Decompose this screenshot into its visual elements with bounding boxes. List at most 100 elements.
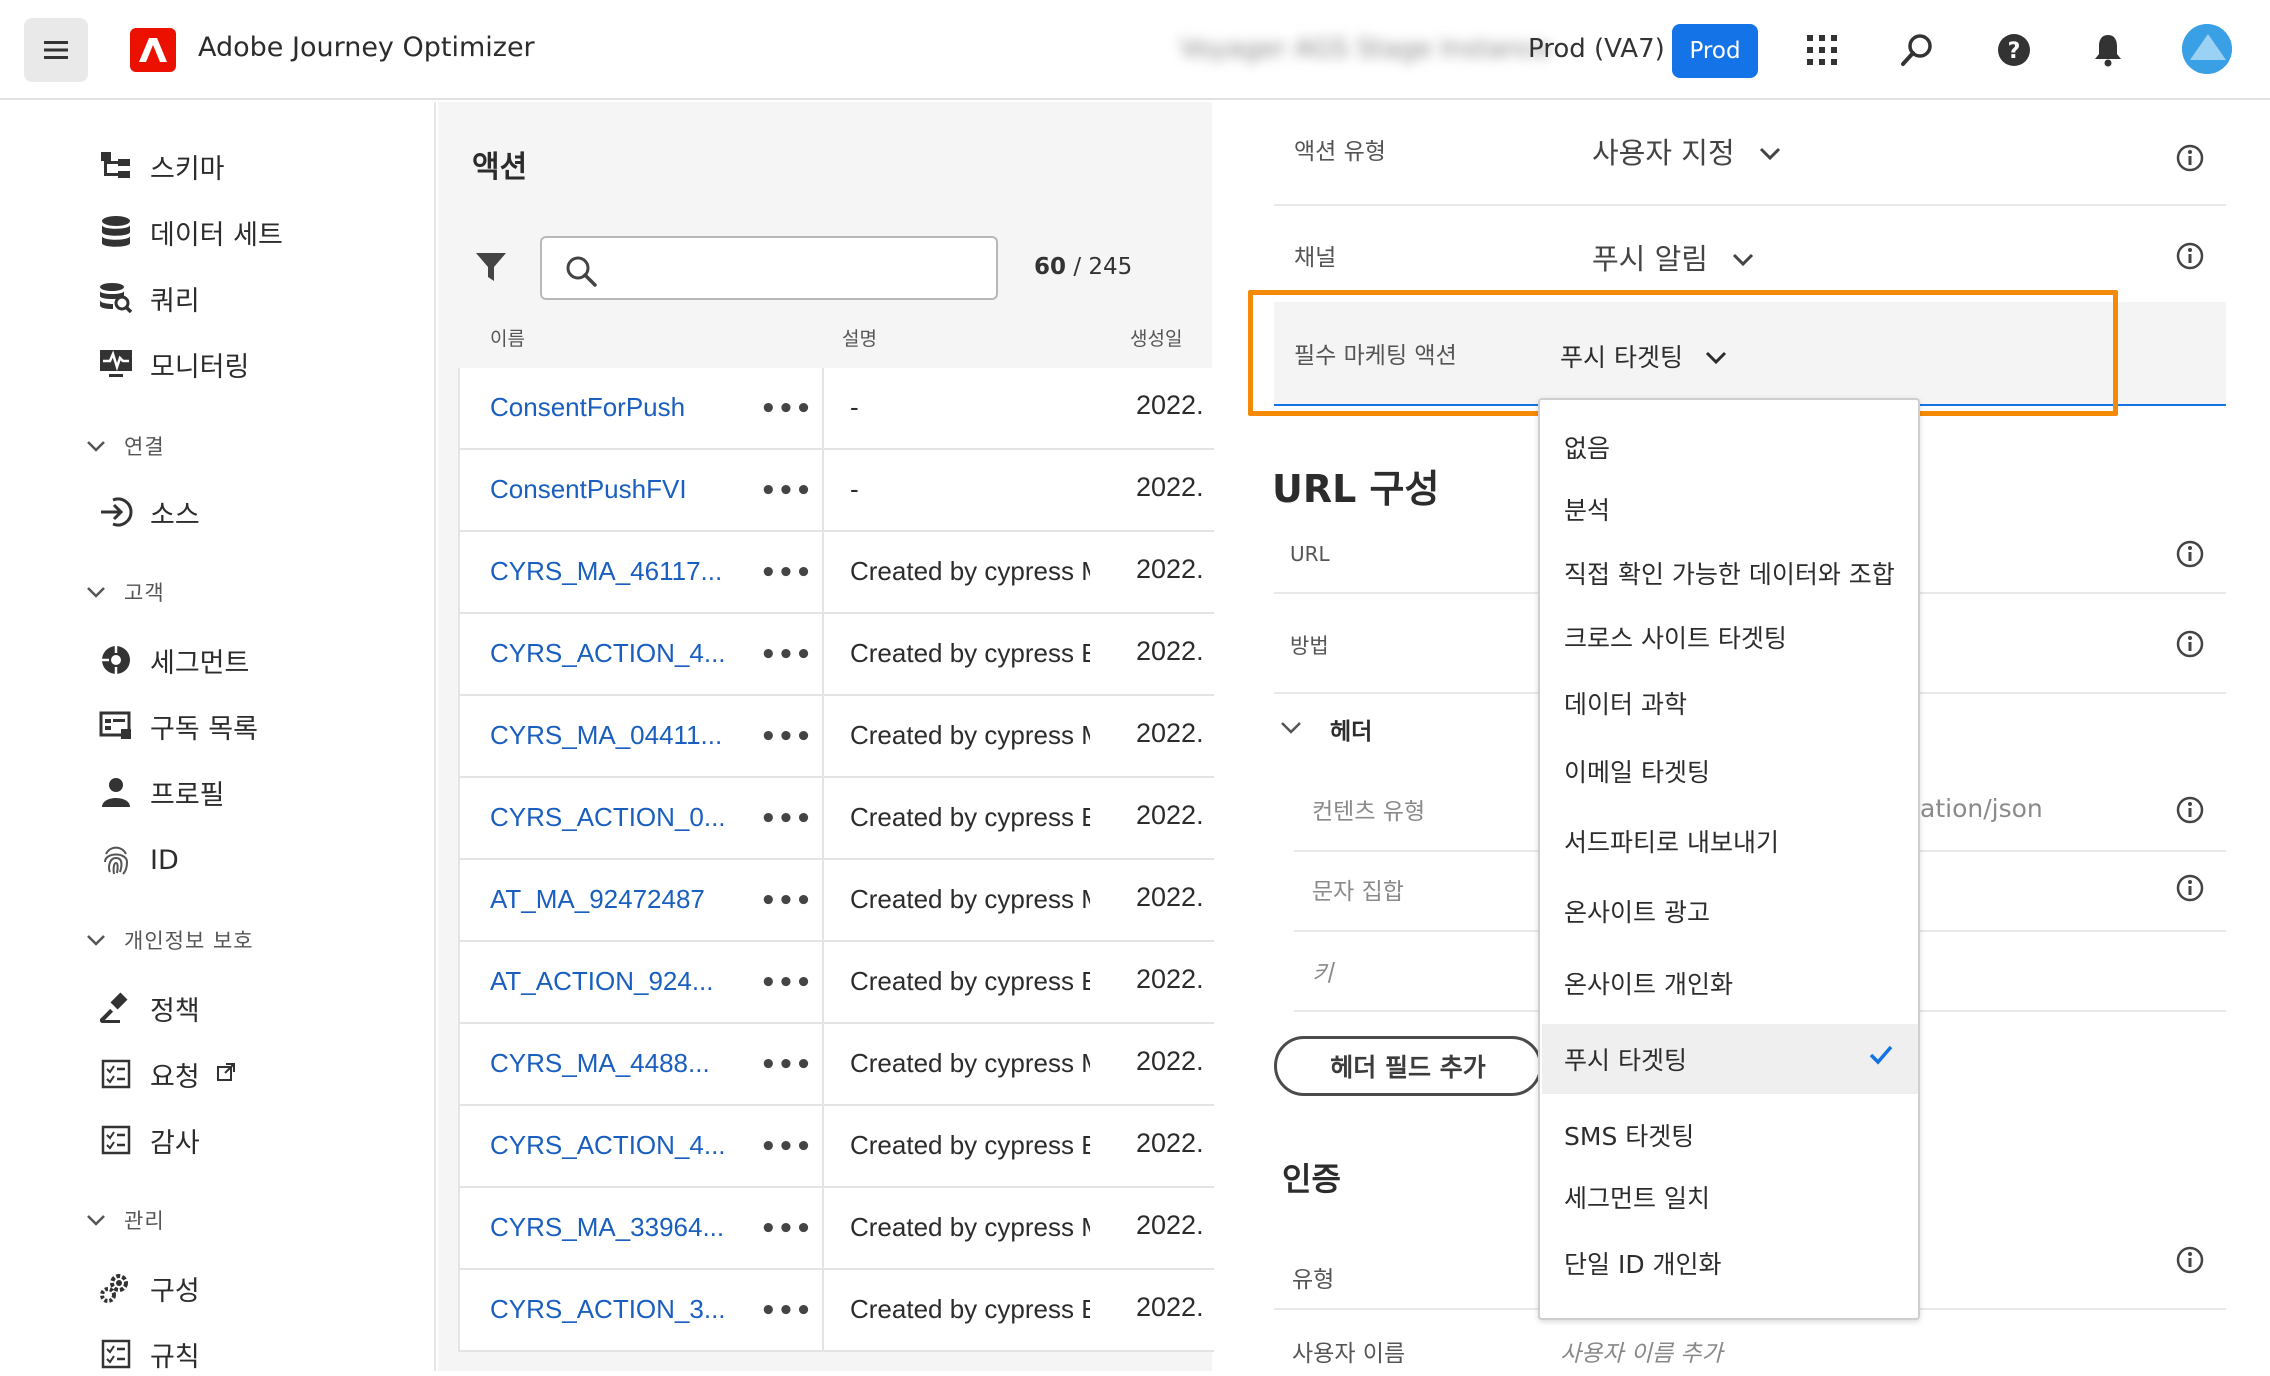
more-options-button[interactable]: •••	[760, 394, 813, 424]
search-field[interactable]	[540, 236, 998, 300]
chevron-down-icon	[86, 583, 108, 602]
info-icon[interactable]	[2176, 874, 2204, 902]
action-name-link[interactable]: CYRS_MA_4488...	[490, 1048, 710, 1079]
more-options-button[interactable]: •••	[760, 1296, 813, 1326]
info-icon[interactable]	[2176, 796, 2204, 824]
action-name-link[interactable]: ConsentPushFVI	[490, 474, 687, 505]
nav-item-requests[interactable]: 요청	[98, 1052, 236, 1096]
info-icon[interactable]	[2176, 242, 2204, 270]
prod-badge[interactable]: Prod	[1672, 24, 1758, 78]
dropdown-option-selected[interactable]: 푸시 타겟팅	[1542, 1024, 1918, 1094]
info-icon[interactable]	[2176, 630, 2204, 658]
dropdown-option[interactable]: 크로스 사이트 타겟팅	[1542, 606, 1918, 668]
table-row[interactable]: AT_ACTION_924... ••• Created by cypress E 2…	[458, 942, 1214, 1024]
action-name-link[interactable]: ConsentForPush	[490, 392, 685, 423]
info-icon[interactable]	[2176, 1246, 2204, 1274]
more-options-button[interactable]: •••	[760, 1214, 813, 1244]
more-options-button[interactable]: •••	[760, 1132, 813, 1162]
search-icon[interactable]	[1898, 30, 1938, 70]
table-row[interactable]: CYRS_MA_04411... ••• Created by cypress M 2…	[458, 696, 1214, 778]
menu-button[interactable]	[24, 18, 88, 82]
dropdown-option[interactable]: 서드파티로 내보내기	[1542, 810, 1918, 872]
nav-item-identities[interactable]: ID	[98, 838, 179, 882]
table-row[interactable]: AT_MA_92472487 ••• Created by cypress M 202…	[458, 860, 1214, 942]
help-icon[interactable]: ?	[1994, 30, 2034, 70]
username-input[interactable]: 사용자 이름 추가	[1560, 1334, 1723, 1368]
column-header-created[interactable]: 생성일	[1130, 324, 1182, 351]
channel-picker[interactable]: 푸시 알림	[1592, 236, 1754, 278]
action-name-link[interactable]: CYRS_MA_46117...	[490, 556, 722, 587]
nav-item-subscription-lists[interactable]: 구독 목록	[98, 704, 258, 748]
action-name-link[interactable]: CYRS_ACTION_0...	[490, 802, 726, 833]
nav-item-segments[interactable]: 세그먼트	[98, 638, 249, 682]
action-name-link[interactable]: CYRS_MA_33964...	[490, 1212, 724, 1243]
nav-item-audits[interactable]: 감사	[98, 1118, 200, 1162]
user-avatar[interactable]	[2182, 24, 2232, 74]
dropdown-option[interactable]: 세그먼트 일치	[1542, 1166, 1918, 1228]
more-options-button[interactable]: •••	[760, 558, 813, 588]
notifications-bell-icon[interactable]	[2088, 30, 2128, 70]
table-row[interactable]: ConsentPushFVI ••• - 2022.	[458, 450, 1214, 532]
dropdown-option[interactable]: SMS 타겟팅	[1542, 1104, 1918, 1166]
table-row[interactable]: CYRS_ACTION_0... ••• Created by cypress E 2…	[458, 778, 1214, 860]
table-row[interactable]: CYRS_ACTION_4... ••• Created by cypress E 2…	[458, 614, 1214, 696]
nav-item-monitoring[interactable]: 모니터링	[98, 342, 249, 386]
nav-item-profiles[interactable]: 프로필	[98, 770, 225, 814]
dropdown-option[interactable]: 직접 확인 가능한 데이터와 조합	[1542, 542, 1918, 604]
app-switcher-icon[interactable]	[1802, 30, 1842, 70]
more-options-button[interactable]: •••	[760, 968, 813, 998]
more-options-button[interactable]: •••	[760, 476, 813, 506]
more-options-button[interactable]: •••	[760, 886, 813, 916]
action-name-link[interactable]: CYRS_MA_04411...	[490, 720, 722, 751]
dropdown-option[interactable]: 단일 ID 개인화	[1542, 1232, 1918, 1294]
nav-item-sources[interactable]: 소스	[98, 490, 200, 534]
dropdown-option[interactable]: 없음	[1542, 416, 1918, 478]
info-icon[interactable]	[2176, 540, 2204, 568]
headers-collapse-toggle[interactable]	[1280, 720, 1302, 739]
dropdown-option[interactable]: 온사이트 광고	[1542, 880, 1918, 942]
dropdown-option[interactable]: 온사이트 개인화	[1542, 952, 1918, 1014]
table-row[interactable]: ConsentForPush ••• - 2022.	[458, 368, 1214, 450]
nav-item-policies[interactable]: 정책	[98, 986, 200, 1030]
table-row[interactable]: CYRS_MA_33964... ••• Created by cypress M 2…	[458, 1188, 1214, 1270]
column-header-name[interactable]: 이름	[490, 324, 525, 351]
sandbox-switcher[interactable]: Prod (VA7)	[1528, 34, 1665, 64]
action-name-link[interactable]: CYRS_ACTION_4...	[490, 638, 726, 669]
dropdown-option[interactable]: 분석	[1542, 478, 1918, 540]
add-header-field-button[interactable]: 헤더 필드 추가	[1274, 1036, 1542, 1096]
nav-item-schemas[interactable]: 스키마	[98, 144, 225, 188]
more-options-button[interactable]: •••	[760, 640, 813, 670]
nav-item-configurations[interactable]: 구성	[98, 1266, 200, 1310]
table-row[interactable]: CYRS_ACTION_3... ••• Created by cypress E 2…	[458, 1270, 1214, 1352]
dropdown-option[interactable]: 이메일 타겟팅	[1542, 740, 1918, 802]
filter-icon[interactable]	[474, 250, 508, 288]
more-options-button[interactable]: •••	[760, 1050, 813, 1080]
column-header-description[interactable]: 설명	[842, 324, 877, 351]
adobe-logo[interactable]	[130, 28, 176, 72]
table-row[interactable]: CYRS_MA_46117... ••• Created by cypress M 2…	[458, 532, 1214, 614]
nav-section-privacy[interactable]: 개인정보 보호	[86, 922, 254, 958]
app-title[interactable]: Adobe Journey Optimizer	[198, 32, 535, 63]
nav-item-queries[interactable]: 쿼리	[98, 276, 200, 320]
dropdown-option[interactable]: 데이터 과학	[1542, 672, 1918, 734]
info-icon[interactable]	[2176, 144, 2204, 172]
table-row[interactable]: CYRS_ACTION_4... ••• Created by cypress E 2…	[458, 1106, 1214, 1188]
nav-section-customer[interactable]: 고객	[86, 574, 165, 610]
more-options-button[interactable]: •••	[760, 722, 813, 752]
table-row[interactable]: CYRS_MA_4488... ••• Created by cypress M 20…	[458, 1024, 1214, 1106]
nav-section-connections[interactable]: 연결	[86, 428, 165, 464]
hamburger-icon	[44, 41, 68, 59]
chevron-down-icon	[86, 437, 108, 456]
action-name-link[interactable]: CYRS_ACTION_4...	[490, 1130, 726, 1161]
org-name[interactable]: Voyager AGS Stage Instance	[1180, 34, 1551, 64]
nav-section-administration[interactable]: 관리	[86, 1202, 165, 1238]
nav-item-datasets[interactable]: 데이터 세트	[98, 210, 283, 254]
action-name-link[interactable]: AT_MA_92472487	[490, 884, 705, 915]
action-name-link[interactable]: AT_ACTION_924...	[490, 966, 714, 997]
more-options-button[interactable]: •••	[760, 804, 813, 834]
checklist-icon	[98, 1056, 134, 1092]
nav-item-rules[interactable]: 규칙	[98, 1332, 200, 1376]
action-name-link[interactable]: CYRS_ACTION_3...	[490, 1294, 726, 1325]
search-input[interactable]	[608, 248, 988, 288]
action-type-picker[interactable]: 사용자 지정	[1592, 130, 1781, 172]
